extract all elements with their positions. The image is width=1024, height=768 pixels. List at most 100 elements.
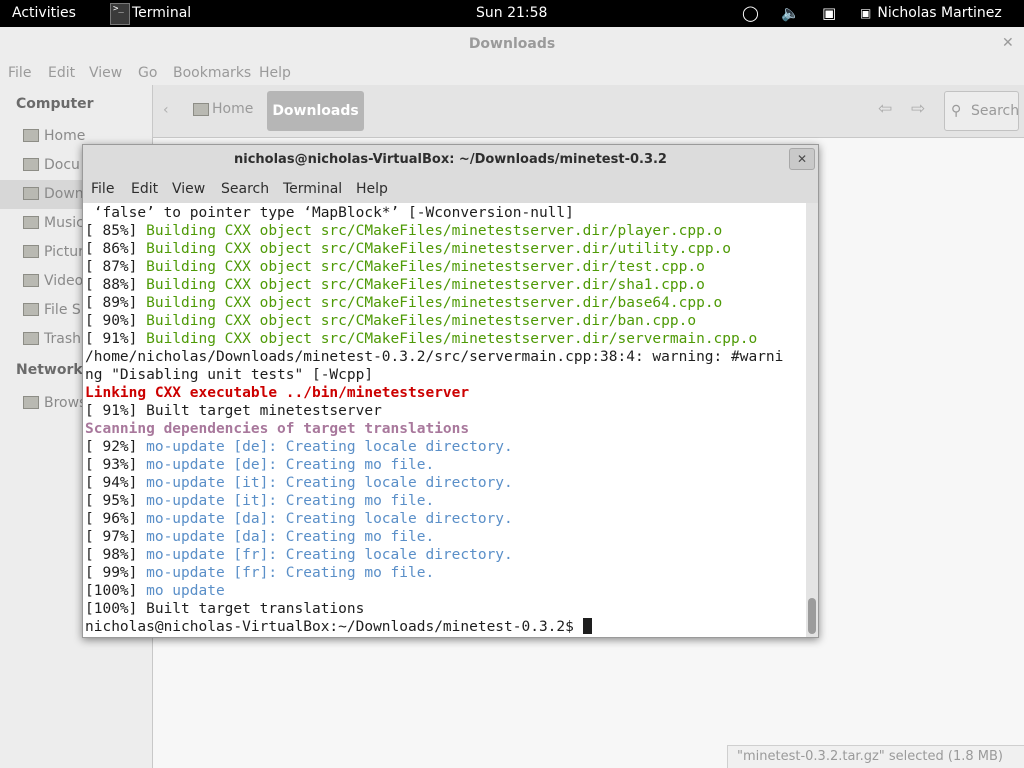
folder-icon: [23, 129, 39, 142]
terminal-scrollbar[interactable]: [806, 203, 818, 637]
terminal-line: [100%] Built target translations: [85, 600, 783, 618]
terminal-line: Linking CXX executable ../bin/minetestse…: [85, 384, 783, 402]
path-left-arrow-icon[interactable]: ‹: [163, 102, 169, 118]
accessibility-icon[interactable]: ◯: [742, 4, 759, 22]
terminal-text-segment: Building CXX object src/CMakeFiles/minet…: [146, 223, 723, 239]
terminal-text-segment: [ 99%]: [85, 565, 147, 581]
search-label: Search: [971, 103, 1020, 119]
terminal-text-segment: /home/nicholas/Downloads/minetest-0.3.2/…: [85, 349, 784, 365]
terminal-text-segment: [100%] Built target translations: [85, 601, 365, 617]
terminal-text-segment: [ 97%]: [85, 529, 147, 545]
terminal-title: nicholas@nicholas-VirtualBox: ~/Download…: [234, 152, 667, 167]
terminal-line: [ 91%] Building CXX object src/CMakeFile…: [85, 330, 783, 348]
terminal-text-segment: [ 93%]: [85, 457, 147, 473]
terminal-lines: ‘false’ to pointer type ‘MapBlock*’ [-Wc…: [85, 204, 783, 636]
terminal-line: /home/nicholas/Downloads/minetest-0.3.2/…: [85, 348, 783, 366]
terminal-text-segment: Building CXX object src/CMakeFiles/minet…: [146, 331, 758, 347]
forward-icon[interactable]: ⇨: [911, 99, 925, 119]
terminal-text-segment: Building CXX object src/CMakeFiles/minet…: [146, 241, 732, 257]
terminal-line: [ 98%] mo-update [fr]: Creating locale d…: [85, 546, 783, 564]
terminal-menu-file[interactable]: File: [91, 181, 114, 197]
terminal-text-segment: Building CXX object src/CMakeFiles/minet…: [146, 295, 723, 311]
terminal-text-segment: [ 85%]: [85, 223, 147, 239]
terminal-text-segment: [ 94%]: [85, 475, 147, 491]
terminal-text-segment: [ 87%]: [85, 259, 147, 275]
terminal-text-segment: [ 88%]: [85, 277, 147, 293]
terminal-text-segment: [100%]: [85, 583, 147, 599]
volume-icon[interactable]: 🔈: [781, 4, 800, 22]
terminal-text-segment: [ 92%]: [85, 439, 147, 455]
terminal-text-segment: [ 91%] Built target minetestserver: [85, 403, 382, 419]
terminal-line: [ 85%] Building CXX object src/CMakeFile…: [85, 222, 783, 240]
terminal-text-segment: mo-update [da]: Creating locale director…: [146, 511, 513, 527]
path-downloads-button[interactable]: Downloads: [267, 91, 364, 131]
menu-help[interactable]: Help: [259, 65, 291, 81]
terminal-line: [ 86%] Building CXX object src/CMakeFile…: [85, 240, 783, 258]
terminal-line: ng "Disabling unit tests" [-Wcpp]: [85, 366, 783, 384]
terminal-line: [ 99%] mo-update [fr]: Creating mo file.: [85, 564, 783, 582]
close-icon[interactable]: ✕: [1002, 35, 1014, 51]
sidebar-header-network: Network: [16, 362, 83, 378]
terminal-text-segment: [ 89%]: [85, 295, 147, 311]
sidebar-item-label: Home: [44, 128, 86, 144]
sidebar-item-label: Docu: [44, 157, 80, 173]
terminal-text-segment: [ 91%]: [85, 331, 147, 347]
terminal-text-segment: mo-update [it]: Creating locale director…: [146, 475, 513, 491]
user-menu[interactable]: ▣ Nicholas Martinez: [860, 0, 1002, 27]
terminal-menu-view[interactable]: View: [172, 181, 205, 197]
file-manager-toolbar: ‹ Home Downloads ⇦ ⇨ ⚲ Search: [153, 85, 1024, 138]
app-menu-label: Terminal: [132, 5, 192, 21]
app-menu[interactable]: >_ Terminal: [110, 0, 191, 27]
terminal-menu-search[interactable]: Search: [221, 181, 269, 197]
sidebar-item-label: Down: [44, 186, 84, 202]
path-home-label: Home: [212, 101, 254, 117]
terminal-line: [ 94%] mo-update [it]: Creating locale d…: [85, 474, 783, 492]
terminal-app-icon: >_: [110, 2, 130, 25]
sidebar-item-label: Pictur: [44, 244, 84, 260]
terminal-line: [ 96%] mo-update [da]: Creating locale d…: [85, 510, 783, 528]
back-icon[interactable]: ⇦: [878, 99, 892, 119]
terminal-cursor: [582, 618, 592, 634]
sidebar-item-label: Music: [44, 215, 84, 231]
terminal-text-segment: Building CXX object src/CMakeFiles/minet…: [146, 259, 705, 275]
terminal-prompt-line[interactable]: nicholas@nicholas-VirtualBox:~/Downloads…: [85, 618, 783, 636]
menu-edit[interactable]: Edit: [48, 65, 75, 81]
terminal-menubar: File Edit View Search Terminal Help: [83, 176, 818, 203]
terminal-line: [ 91%] Built target minetestserver: [85, 402, 783, 420]
terminal-text-segment: [ 95%]: [85, 493, 147, 509]
status-bar: "minetest-0.3.2.tar.gz" selected (1.8 MB…: [727, 745, 1024, 768]
menu-view[interactable]: View: [89, 65, 122, 81]
file-manager-menubar: File Edit View Go Bookmarks Help: [0, 61, 1024, 85]
network-icon[interactable]: ▣: [822, 4, 836, 22]
terminal-line: [100%] mo update: [85, 582, 783, 600]
terminal-text-segment: mo-update [de]: Creating locale director…: [146, 439, 513, 455]
menu-go[interactable]: Go: [138, 65, 157, 81]
terminal-text-segment: Linking CXX executable ../bin/minetestse…: [85, 385, 470, 401]
terminal-menu-edit[interactable]: Edit: [131, 181, 158, 197]
terminal-window: nicholas@nicholas-VirtualBox: ~/Download…: [82, 144, 819, 638]
close-icon[interactable]: ✕: [789, 148, 815, 170]
search-button[interactable]: ⚲ Search: [944, 91, 1019, 131]
sidebar-header-computer: Computer: [16, 96, 94, 112]
menu-bookmarks[interactable]: Bookmarks: [173, 65, 251, 81]
drive-icon: [23, 303, 39, 316]
activities-button[interactable]: Activities: [12, 0, 76, 27]
terminal-menu-help[interactable]: Help: [356, 181, 388, 197]
terminal-line: [ 95%] mo-update [it]: Creating mo file.: [85, 492, 783, 510]
clock[interactable]: Sun 21:58: [476, 0, 547, 27]
sidebar-item-label: File S: [44, 302, 81, 318]
terminal-text-segment: [ 86%]: [85, 241, 147, 257]
user-name: Nicholas Martinez: [877, 5, 1002, 21]
path-home-button[interactable]: Home: [193, 101, 253, 117]
scrollbar-thumb[interactable]: [808, 598, 816, 634]
sidebar-item-label: Video: [44, 273, 84, 289]
terminal-menu-terminal[interactable]: Terminal: [283, 181, 342, 197]
folder-icon: [193, 102, 209, 116]
user-status-icon: ▣: [860, 6, 872, 20]
trash-icon: [23, 332, 39, 345]
terminal-output[interactable]: ‘false’ to pointer type ‘MapBlock*’ [-Wc…: [83, 203, 806, 637]
terminal-line: ‘false’ to pointer type ‘MapBlock*’ [-Wc…: [85, 204, 783, 222]
terminal-text-segment: mo-update [da]: Creating mo file.: [146, 529, 435, 545]
terminal-text-segment: [ 98%]: [85, 547, 147, 563]
menu-file[interactable]: File: [8, 65, 31, 81]
